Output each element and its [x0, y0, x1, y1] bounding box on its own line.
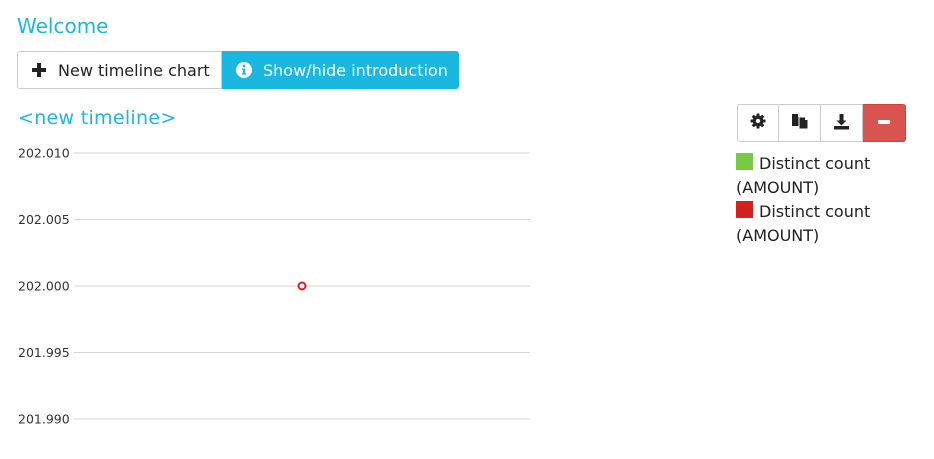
data-point[interactable]: [297, 281, 307, 291]
y-tick-label: 201.995: [18, 345, 70, 360]
legend-item: Distinct count (AMOUNT): [736, 152, 916, 200]
copy-icon: [791, 112, 809, 134]
legend-item: Distinct count (AMOUNT): [736, 200, 916, 248]
page-title: Welcome: [17, 14, 109, 38]
action-button-group: New timeline chart Show/hide introductio…: [17, 51, 459, 89]
info-icon: [235, 61, 253, 79]
show-hide-introduction-button[interactable]: Show/hide introduction: [222, 51, 459, 89]
gear-icon: [750, 113, 766, 133]
y-tick-label: 202.005: [18, 212, 70, 227]
new-timeline-chart-label: New timeline chart: [58, 60, 210, 80]
legend-swatch: [736, 201, 753, 218]
minus-icon: [877, 114, 891, 133]
y-tick-label: 201.990: [18, 412, 70, 427]
timeline-chart: 202.010 202.005 202.000 201.995 201.990: [18, 146, 530, 427]
plus-icon: [30, 61, 48, 79]
remove-chart-button[interactable]: [863, 104, 906, 142]
new-timeline-chart-button[interactable]: New timeline chart: [17, 51, 222, 89]
chart-toolbar: [737, 104, 906, 142]
copy-button[interactable]: [779, 104, 821, 142]
download-button[interactable]: [821, 104, 863, 142]
y-tick-label: 202.010: [18, 146, 70, 161]
legend-label: Distinct count (AMOUNT): [736, 154, 871, 197]
download-icon: [833, 113, 850, 134]
legend-label: Distinct count (AMOUNT): [736, 202, 871, 245]
show-hide-introduction-label: Show/hide introduction: [263, 60, 448, 80]
page: Welcome New timeline chart Show/hide int…: [0, 0, 934, 459]
chart-legend: Distinct count (AMOUNT) Distinct count (…: [736, 152, 916, 248]
timeline-title[interactable]: <new timeline>: [18, 106, 177, 130]
settings-button[interactable]: [737, 104, 779, 142]
legend-swatch: [736, 153, 753, 170]
y-tick-label: 202.000: [18, 279, 70, 294]
